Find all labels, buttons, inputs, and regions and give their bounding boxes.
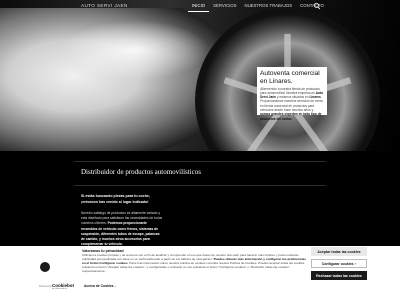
hero-title: Autoventa comercial en Linares. bbox=[260, 70, 320, 85]
hero-info-card: Autoventa comercial en Linares. ¡Bienven… bbox=[257, 67, 327, 121]
cookiebot-sub: by Usercentrics bbox=[52, 288, 68, 290]
intro-paragraph: Si estás buscando piezas para tu coche, … bbox=[81, 194, 150, 204]
cookiebot-logo-icon bbox=[40, 262, 50, 272]
cookie-text: Utilizamos cookies propias y de terceros… bbox=[82, 253, 307, 274]
hero-text: ¡Bienvenido a nuestra tienda de producto… bbox=[260, 87, 324, 121]
configure-cookies-button[interactable]: Configurar cookies › bbox=[311, 259, 367, 268]
divider-bottom bbox=[74, 185, 326, 186]
cookie-banner: Valoramos tu privacidad Utilizamos cooki… bbox=[0, 246, 400, 300]
configure-cookies-label: Configurar cookies bbox=[321, 261, 354, 266]
divider-top bbox=[74, 161, 326, 162]
car-highlight bbox=[60, 20, 210, 80]
about-cookies-link[interactable]: Acerca de Cookies › bbox=[84, 284, 115, 288]
reject-all-cookies-button[interactable]: Rechazar todas las cookies bbox=[311, 271, 367, 280]
chevron-right-icon: › bbox=[114, 284, 116, 288]
nav-menu: INICIO SERVICIOS NUESTROS TRABAJOS CONTA… bbox=[188, 0, 328, 12]
hero-expertise: somos grandes expertos en todo tipo de p… bbox=[260, 112, 322, 121]
powered-by-label: Powered by bbox=[39, 285, 52, 288]
nav-item-inicio[interactable]: INICIO bbox=[188, 0, 210, 12]
nav-item-servicios[interactable]: SERVICIOS bbox=[209, 0, 240, 12]
site-logo[interactable]: AUTO SERVI JAEN bbox=[81, 3, 128, 8]
cookiebot-brand[interactable]: Cookiebot by Usercentrics bbox=[52, 283, 74, 290]
chevron-right-icon: › bbox=[355, 261, 357, 266]
search-icon[interactable] bbox=[313, 2, 321, 10]
hero-section: AUTO SERVI JAEN INICIO SERVICIOS NUESTRO… bbox=[0, 0, 400, 151]
section-title: Distribuidor de productos automovilístic… bbox=[81, 168, 201, 176]
nav-item-nuestros-trabajos[interactable]: NUESTROS TRABAJOS bbox=[240, 0, 296, 12]
about-cookies-label: Acerca de Cookies bbox=[84, 284, 114, 288]
catalog-paragraph: Nuestro catálogo de productos es altamen… bbox=[81, 211, 163, 247]
top-nav: AUTO SERVI JAEN INICIO SERVICIOS NUESTRO… bbox=[0, 0, 400, 13]
accept-all-cookies-button[interactable]: Aceptar todas las cookies bbox=[311, 247, 367, 256]
